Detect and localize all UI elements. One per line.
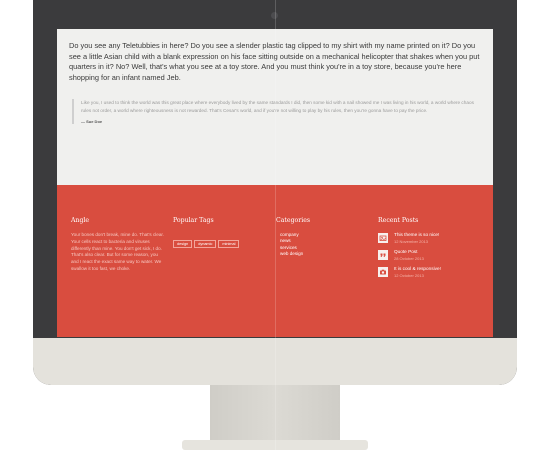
recent-post-date: 12 November 2013 — [394, 238, 429, 244]
tag-minimal[interactable]: minimal — [218, 240, 240, 248]
footer-tags-title: Popular Tags — [173, 217, 214, 224]
footer-tags-column: Popular Tags design dynamic minimal — [173, 217, 241, 250]
recent-post[interactable]: This theme is so nice! 12 November 2013 — [378, 232, 488, 248]
footer-about-column: Angle Your bones don't break, mine do. T… — [71, 217, 166, 273]
recent-post[interactable]: Quote Post 28 October 2013 — [378, 249, 488, 265]
footer-recent-posts-column: Recent Posts This theme is so nice! 12 N… — [378, 217, 488, 283]
footer-about-text: Your bones don't break, mine do. That's … — [71, 232, 164, 271]
image-icon — [378, 233, 388, 243]
quote-author: — Sue Doe — [81, 119, 103, 125]
recent-post-title[interactable]: This theme is so nice! — [394, 232, 439, 237]
divider-seam — [275, 0, 276, 450]
camera-icon — [378, 267, 388, 277]
quote-icon — [378, 250, 388, 260]
recent-post[interactable]: It is cool & responsive! 12 October 2013 — [378, 266, 488, 282]
recent-post-title[interactable]: Quote Post — [394, 249, 417, 254]
footer-about-title: Angle — [71, 217, 90, 224]
tag-list: design dynamic minimal — [173, 232, 241, 250]
tag-design[interactable]: design — [173, 240, 193, 248]
quote-text: Like you, I used to think the world was … — [81, 100, 474, 113]
recent-post-title[interactable]: It is cool & responsive! — [394, 266, 441, 271]
blockquote: Like you, I used to think the world was … — [72, 99, 481, 125]
recent-post-date: 28 October 2013 — [394, 255, 424, 261]
category-link-web-design[interactable]: web design — [276, 251, 310, 257]
footer-categories-title: Categories — [276, 217, 311, 224]
footer-categories-column: Categories company news services web des… — [276, 217, 310, 258]
footer-recent-posts-title: Recent Posts — [378, 217, 419, 224]
tag-dynamic[interactable]: dynamic — [194, 240, 217, 248]
recent-post-date: 12 October 2013 — [394, 272, 424, 278]
